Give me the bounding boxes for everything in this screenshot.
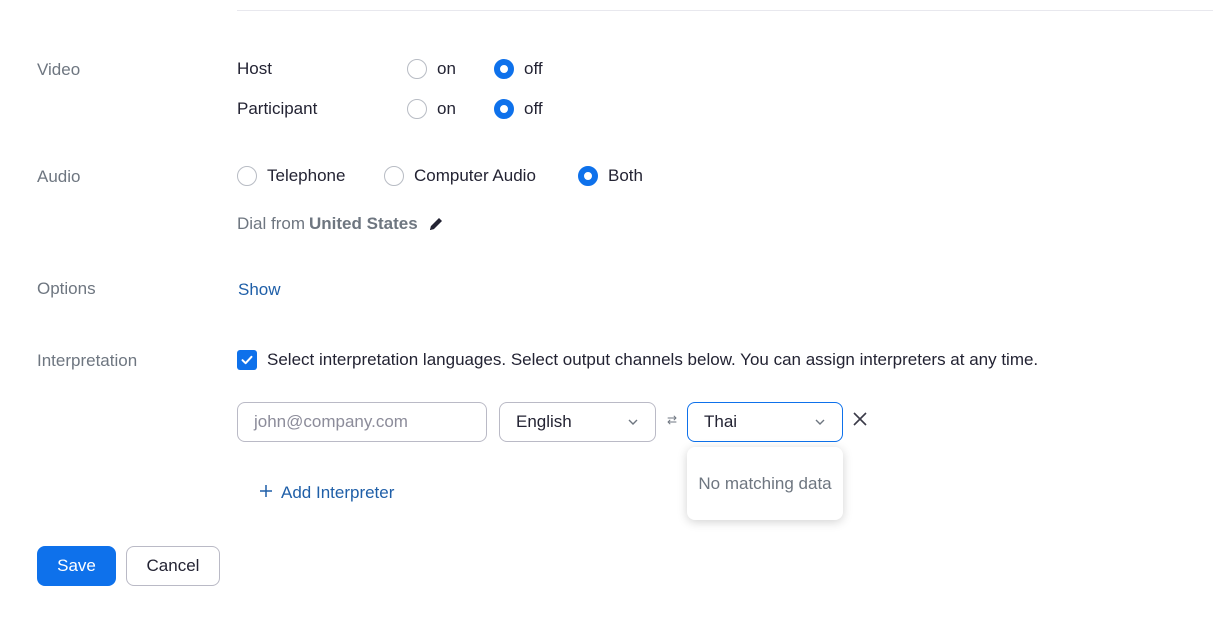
host-video-on-radio[interactable]: on — [407, 59, 456, 79]
radio-label: off — [524, 59, 543, 78]
options-show-link[interactable]: Show — [238, 280, 281, 300]
radio-label: off — [524, 99, 543, 118]
participant-video-on-radio[interactable]: on — [407, 99, 456, 119]
interpretation-section-label: Interpretation — [37, 351, 138, 370]
interpretation-checkbox-label: Select interpretation languages. Select … — [267, 350, 1039, 369]
audio-both-radio[interactable]: Both — [578, 166, 643, 186]
radio-circle — [384, 166, 404, 186]
swap-icon: ⇄ — [667, 413, 678, 427]
pencil-icon[interactable] — [428, 216, 444, 232]
dial-from-text: Dial from United States — [237, 214, 444, 234]
interpretation-checkbox-row[interactable]: Select interpretation languages. Select … — [237, 350, 1038, 370]
interpreter-email-input[interactable]: john@company.com — [237, 402, 487, 442]
add-interpreter-button[interactable]: Add Interpreter — [259, 483, 394, 503]
radio-label: on — [437, 99, 456, 118]
audio-section-label: Audio — [37, 167, 81, 186]
no-matching-data-text: No matching data — [698, 473, 832, 493]
radio-circle — [494, 59, 514, 79]
radio-circle — [578, 166, 598, 186]
target-language-value: Thai — [704, 412, 738, 431]
source-language-value: English — [516, 412, 572, 431]
radio-circle — [407, 59, 427, 79]
host-label: Host — [237, 59, 272, 78]
source-language-select[interactable]: English — [499, 402, 656, 442]
radio-label: Computer Audio — [414, 166, 536, 185]
radio-label: Telephone — [267, 166, 346, 185]
language-dropdown-menu: No matching data — [687, 447, 843, 520]
remove-interpreter-icon[interactable] — [851, 410, 869, 433]
check-icon — [241, 355, 253, 365]
chevron-down-icon — [814, 418, 826, 426]
email-placeholder: john@company.com — [254, 412, 408, 431]
dial-prefix: Dial from — [237, 214, 306, 233]
chevron-down-icon — [627, 418, 639, 426]
radio-circle — [237, 166, 257, 186]
plus-icon — [259, 483, 273, 503]
cancel-button[interactable]: Cancel — [126, 546, 220, 586]
dial-country: United States — [309, 214, 418, 233]
video-section-label: Video — [37, 60, 81, 79]
radio-circle — [494, 99, 514, 119]
audio-computer-radio[interactable]: Computer Audio — [384, 166, 536, 186]
target-language-select[interactable]: Thai — [687, 402, 843, 442]
radio-label: on — [437, 59, 456, 78]
options-section-label: Options — [37, 279, 96, 298]
radio-circle — [407, 99, 427, 119]
save-button[interactable]: Save — [37, 546, 116, 586]
participant-label: Participant — [237, 99, 318, 118]
top-divider — [237, 10, 1213, 11]
radio-label: Both — [608, 166, 643, 185]
audio-telephone-radio[interactable]: Telephone — [237, 166, 345, 186]
interpretation-checkbox[interactable] — [237, 350, 257, 370]
host-video-off-radio[interactable]: off — [494, 59, 543, 79]
participant-video-off-radio[interactable]: off — [494, 99, 543, 119]
add-interpreter-label: Add Interpreter — [281, 483, 395, 502]
